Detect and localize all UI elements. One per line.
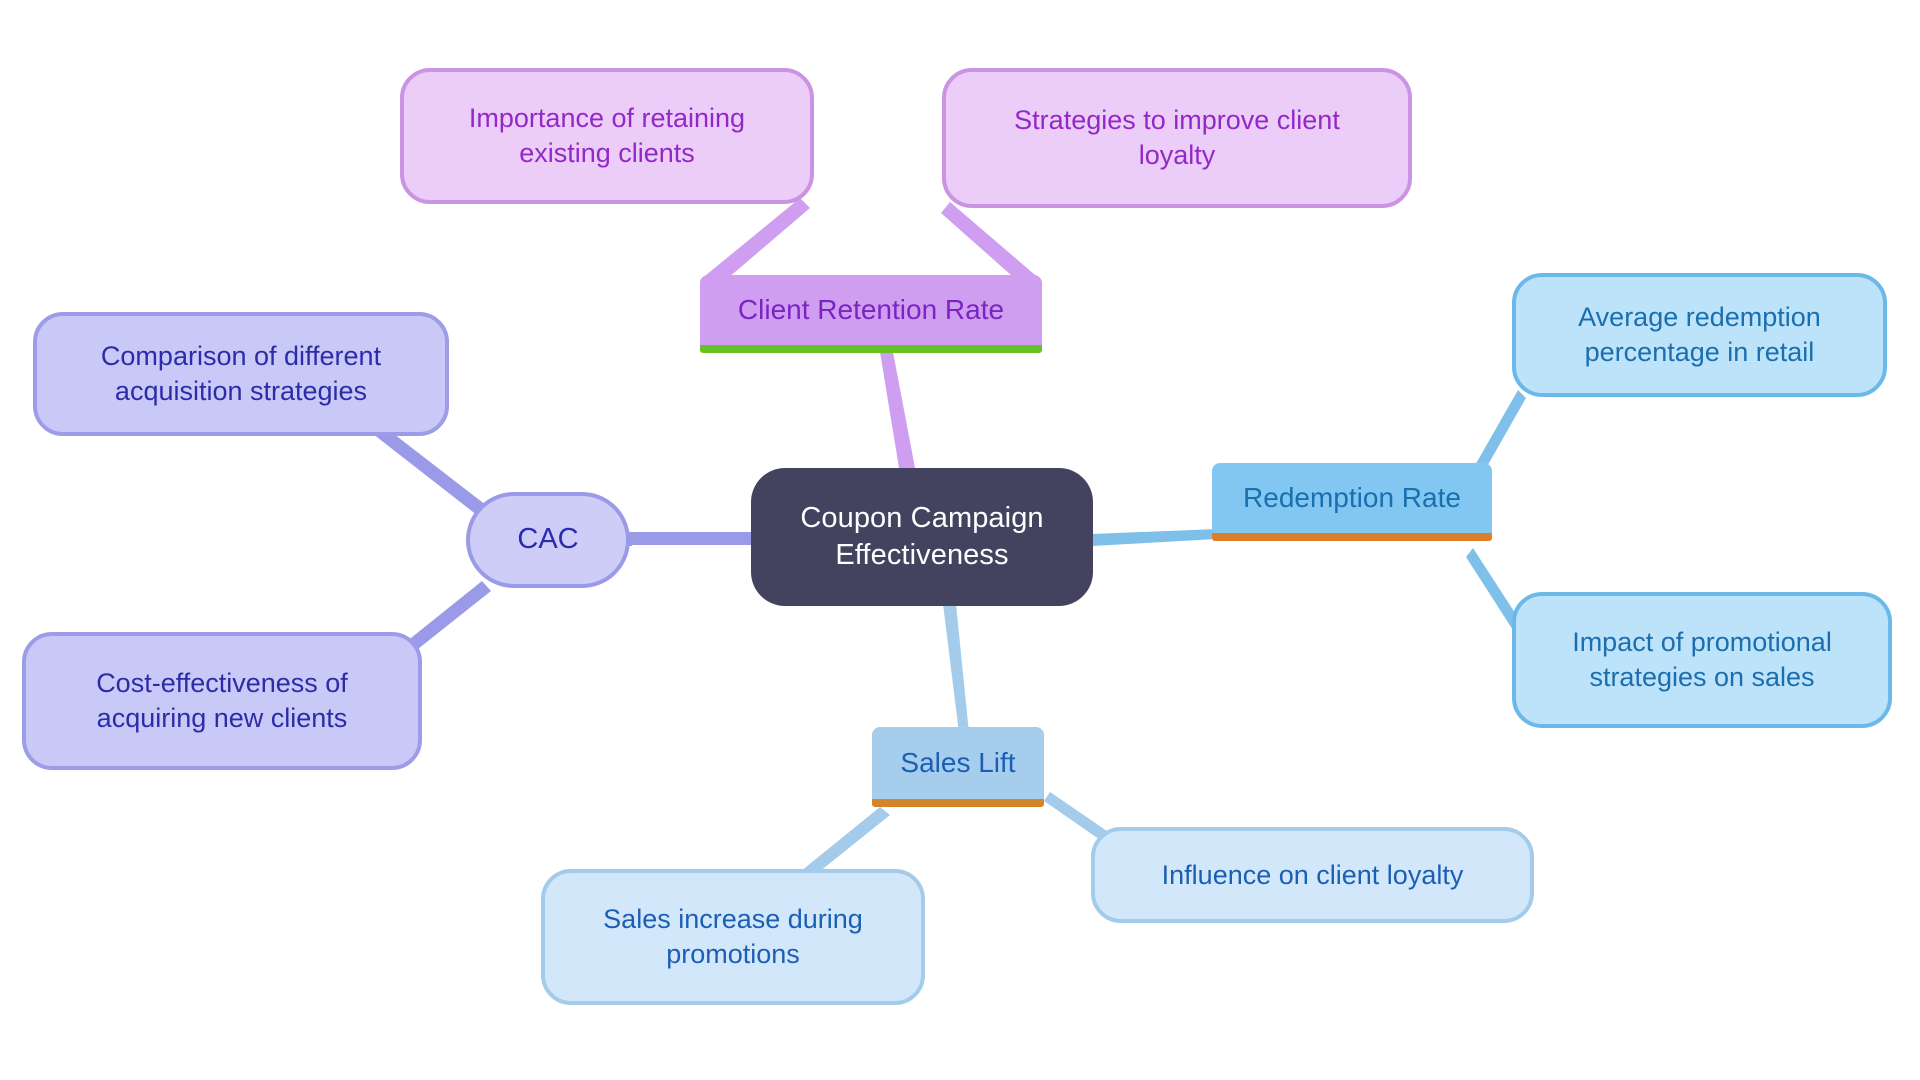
edge-root-cac-bar (626, 532, 751, 545)
node-cost-effectiveness-acquiring-new-clients[interactable]: Cost-effectiveness of acquiring new clie… (22, 632, 422, 770)
node-cost-effectiveness-acquiring-new-clients-label: Cost-effectiveness of acquiring new clie… (96, 668, 348, 733)
node-strategies-improve-client-loyalty[interactable]: Strategies to improve client loyalty (942, 68, 1412, 208)
node-sales-lift[interactable]: Sales Lift (872, 727, 1044, 807)
node-redemption-rate[interactable]: Redemption Rate (1212, 463, 1492, 541)
node-redemption-rate-label: Redemption Rate (1243, 482, 1461, 514)
node-impact-promotional-strategies-sales[interactable]: Impact of promotional strategies on sale… (1512, 592, 1892, 728)
node-impact-promotional-strategies-sales-label: Impact of promotional strategies on sale… (1572, 627, 1832, 692)
node-sales-increase-during-promotions[interactable]: Sales increase during promotions (541, 869, 925, 1005)
node-cac-label: CAC (517, 523, 579, 556)
node-importance-retaining-existing-clients[interactable]: Importance of retaining existing clients (400, 68, 814, 204)
node-root[interactable]: Coupon Campaign Effectiveness (751, 468, 1093, 606)
node-client-retention-rate-label: Client Retention Rate (737, 294, 1005, 326)
node-root-label: Coupon Campaign Effectiveness (800, 501, 1044, 571)
node-sales-increase-during-promotions-label: Sales increase during promotions (603, 904, 863, 969)
node-comparison-acquisition-strategies[interactable]: Comparison of different acquisition stra… (33, 312, 449, 436)
mindmap-canvas: Coupon Campaign Effectiveness Client Ret… (0, 0, 1920, 1080)
node-comparison-acquisition-strategies-label: Comparison of different acquisition stra… (100, 341, 382, 406)
edge-root-redemption-rate (1092, 529, 1217, 546)
node-strategies-improve-client-loyalty-label: Strategies to improve client loyalty (1014, 105, 1340, 170)
node-importance-retaining-existing-clients-label: Importance of retaining existing clients (468, 103, 746, 168)
node-influence-client-loyalty[interactable]: Influence on client loyalty (1091, 827, 1534, 923)
edge-root-client-retention-rate (880, 352, 915, 468)
node-influence-client-loyalty-label: Influence on client loyalty (1161, 859, 1464, 890)
edge-root-sales-lift (943, 604, 969, 733)
node-cac[interactable]: CAC (466, 492, 630, 588)
node-average-redemption-percentage-retail[interactable]: Average redemption percentage in retail (1512, 273, 1887, 397)
node-average-redemption-percentage-retail-label: Average redemption percentage in retail (1578, 302, 1821, 367)
node-client-retention-rate[interactable]: Client Retention Rate (700, 275, 1042, 353)
node-sales-lift-label: Sales Lift (900, 747, 1016, 779)
edge-cac-comparison (373, 424, 491, 519)
